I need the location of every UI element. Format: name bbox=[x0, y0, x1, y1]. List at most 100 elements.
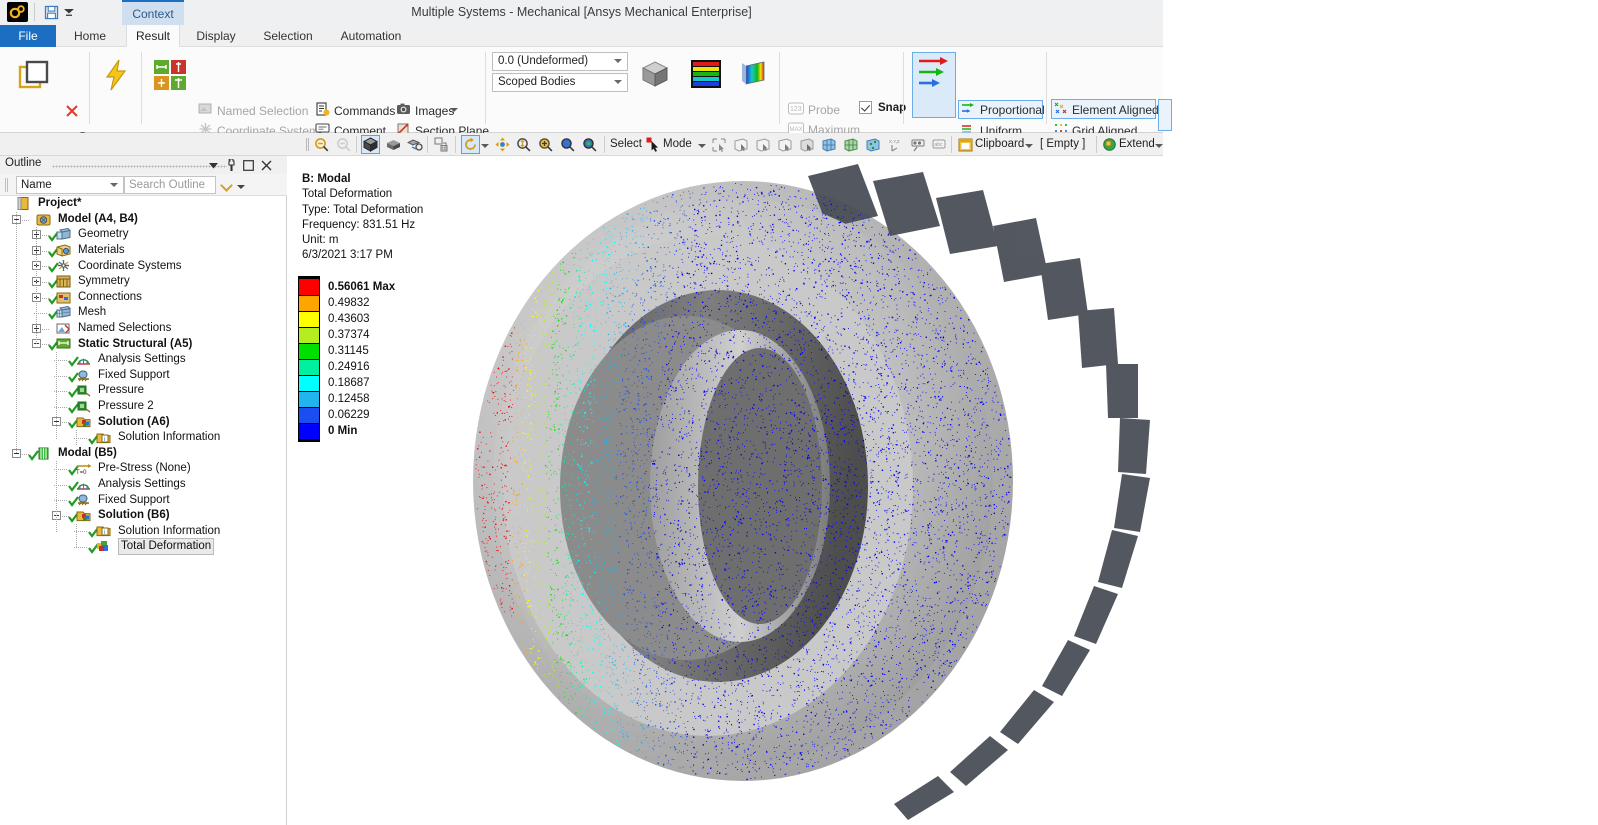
extend-icon[interactable] bbox=[1102, 137, 1117, 157]
chevron-down-icon[interactable] bbox=[614, 80, 622, 84]
tree-item-solution-b6[interactable]: Solution (B6) bbox=[0, 508, 287, 524]
select-cursor-icon[interactable] bbox=[646, 137, 661, 157]
tree-item-solution-information[interactable]: iSolution Information bbox=[0, 430, 287, 446]
show-mesh-button[interactable] bbox=[405, 135, 424, 154]
select-label[interactable]: Select bbox=[610, 136, 642, 153]
label-probe-button[interactable]: abc bbox=[930, 135, 949, 154]
snap-checkbox[interactable]: Snap bbox=[859, 101, 906, 114]
wireframe-button[interactable] bbox=[384, 135, 403, 154]
geometry-display-button[interactable] bbox=[639, 57, 671, 91]
tree-item-analysis-settings[interactable]: Analysis Settings bbox=[0, 352, 287, 368]
tree-item-total-deformation[interactable]: Total Deformation bbox=[0, 539, 287, 555]
tree-item-named-selections[interactable]: Named Selections bbox=[0, 321, 287, 337]
tree-item-geometry[interactable]: Geometry bbox=[0, 227, 287, 243]
insert-images-button[interactable]: Images bbox=[396, 101, 454, 120]
tree-item-modal-b5[interactable]: Modal (B5) bbox=[0, 446, 287, 462]
insert-named-selection-button[interactable]: Named Selection bbox=[198, 101, 308, 120]
insert-commands-button[interactable]: Commands bbox=[315, 101, 395, 120]
mesh-select-1-button[interactable] bbox=[820, 135, 839, 154]
pin-icon[interactable] bbox=[224, 158, 238, 172]
tree-item-fixed-support[interactable]: Fixed Support bbox=[0, 368, 287, 384]
tab-display[interactable]: Display bbox=[184, 25, 248, 47]
maximize-icon[interactable] bbox=[241, 158, 255, 172]
close-icon[interactable] bbox=[259, 158, 273, 172]
tab-file[interactable]: File bbox=[0, 25, 56, 47]
mode-label[interactable]: Mode bbox=[663, 136, 692, 153]
mode-dropdown-icon[interactable] bbox=[698, 144, 706, 148]
duplicate-button[interactable] bbox=[13, 53, 57, 97]
clipboard-label[interactable]: Clipboard bbox=[975, 136, 1024, 153]
deformation-scale-combo[interactable]: 0.0 (Undeformed) bbox=[492, 52, 628, 71]
extend-label[interactable]: Extend bbox=[1119, 136, 1155, 153]
zoom-button[interactable] bbox=[514, 135, 533, 154]
tree-item-coordinate-systems[interactable]: Coordinate Systems bbox=[0, 258, 287, 274]
magnifier-window-button[interactable] bbox=[580, 135, 599, 154]
lasso-select-button[interactable] bbox=[798, 135, 817, 154]
clipboard-dropdown-icon[interactable] bbox=[1025, 144, 1033, 148]
tab-result[interactable]: Result bbox=[126, 25, 180, 47]
rotate-button[interactable] bbox=[461, 135, 480, 154]
chevron-down-icon[interactable] bbox=[614, 59, 622, 63]
tree-item-solution-information[interactable]: iSolution Information bbox=[0, 523, 287, 539]
clipboard-icon[interactable] bbox=[958, 137, 973, 157]
vector-display-more-toggle[interactable] bbox=[1158, 99, 1172, 131]
contours-display-button[interactable] bbox=[689, 57, 723, 91]
delete-x-icon[interactable] bbox=[64, 103, 80, 124]
tree-item-static-structural-a5[interactable]: Static Structural (A5) bbox=[0, 336, 287, 352]
zoom-to-fit-button[interactable] bbox=[558, 135, 577, 154]
random-colors-button[interactable] bbox=[432, 135, 451, 154]
search-outline-input[interactable]: Search Outline bbox=[124, 176, 216, 194]
tree-item-analysis-settings[interactable]: Analysis Settings bbox=[0, 477, 287, 493]
box-select-button[interactable] bbox=[754, 135, 773, 154]
scoping-combo[interactable]: Scoped Bodies bbox=[492, 73, 628, 92]
proportional-button[interactable]: Proportional bbox=[961, 100, 1045, 119]
mesh-select-3-button[interactable] bbox=[864, 135, 883, 154]
zoom-previous-button[interactable] bbox=[312, 135, 331, 154]
ruler-button[interactable] bbox=[908, 135, 927, 154]
analysis-button[interactable] bbox=[152, 55, 188, 95]
images-dropdown-icon[interactable] bbox=[450, 108, 458, 112]
outline-filter-combo[interactable]: Name bbox=[16, 176, 124, 194]
tab-home[interactable]: Home bbox=[58, 25, 122, 47]
tree-item-project[interactable]: Project* bbox=[0, 196, 287, 212]
tree-item-pressure-2[interactable]: Pressure 2 bbox=[0, 399, 287, 415]
tree-item-pre-stress-none[interactable]: T=0Pre-Stress (None) bbox=[0, 461, 287, 477]
box-volume-select-button[interactable] bbox=[776, 135, 795, 154]
mesh-select-2-button[interactable] bbox=[842, 135, 861, 154]
coordinates-xyz-button[interactable]: X,Y,Z bbox=[886, 135, 905, 154]
tree-item-mesh[interactable]: Mesh bbox=[0, 305, 287, 321]
save-icon[interactable] bbox=[42, 4, 60, 21]
outline-tree[interactable]: Project*Model (A4, B4)GeometryMaterialsC… bbox=[0, 196, 287, 555]
context-tab-indicator[interactable]: Context bbox=[122, 0, 184, 25]
edges-display-button[interactable] bbox=[740, 57, 770, 91]
tab-automation[interactable]: Automation bbox=[328, 25, 414, 47]
search-options-dropdown-icon[interactable] bbox=[237, 185, 245, 189]
select-vertices-button[interactable] bbox=[710, 135, 729, 154]
single-select-button[interactable] bbox=[732, 135, 751, 154]
chevron-down-icon[interactable] bbox=[110, 183, 118, 187]
panel-drag-dots[interactable] bbox=[52, 165, 227, 168]
tree-item-fixed-support[interactable]: Fixed Support bbox=[0, 492, 287, 508]
element-aligned-button[interactable]: Element Aligned bbox=[1054, 100, 1159, 119]
ansys-logo-icon[interactable] bbox=[7, 2, 28, 22]
pan-button[interactable] bbox=[493, 135, 512, 154]
tree-item-model-a4-b4[interactable]: Model (A4, B4) bbox=[0, 212, 287, 228]
show-vertices-button[interactable] bbox=[361, 135, 380, 154]
search-chevron-icon[interactable] bbox=[222, 179, 234, 191]
graphics-viewport[interactable]: B: ModalTotal DeformationType: Total Def… bbox=[288, 156, 1163, 825]
tree-item-connections[interactable]: Connections bbox=[0, 290, 287, 306]
dropdown-caret-icon[interactable] bbox=[206, 158, 220, 172]
tree-item-solution-a6[interactable]: Solution (A6) bbox=[0, 414, 287, 430]
tree-item-materials[interactable]: Materials bbox=[0, 243, 287, 259]
customize-qat-icon[interactable] bbox=[62, 6, 76, 19]
zoom-next-button[interactable] bbox=[334, 135, 353, 154]
probe-button[interactable]: 123 Probe bbox=[788, 100, 840, 119]
tree-item-pressure[interactable]: Pressure bbox=[0, 383, 287, 399]
tree-item-symmetry[interactable]: Symmetry bbox=[0, 274, 287, 290]
tab-selection[interactable]: Selection bbox=[252, 25, 324, 47]
rotate-dropdown-icon[interactable] bbox=[481, 144, 489, 148]
box-zoom-button[interactable] bbox=[536, 135, 555, 154]
toolbar-grip[interactable] bbox=[5, 178, 8, 192]
extend-dropdown-icon[interactable] bbox=[1155, 144, 1163, 148]
solve-button[interactable] bbox=[100, 53, 132, 97]
